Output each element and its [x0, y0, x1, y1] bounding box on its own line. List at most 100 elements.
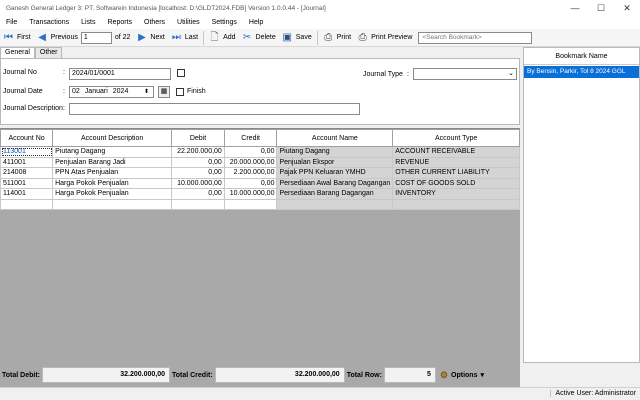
account-type-cell — [392, 198, 520, 210]
table-row[interactable]: 113001 Piutang Dagang 22.200.000,00 0,00… — [0, 146, 520, 158]
date-day: 02 — [72, 88, 80, 95]
menu-others[interactable]: Others — [138, 19, 171, 26]
table-row[interactable]: 114001 Harga Pokok Penjualan 0,00 10.000… — [0, 188, 520, 200]
credit-cell[interactable]: 10.000.000,00 — [223, 188, 278, 200]
journal-date-field[interactable]: 02 Januari 2024 — [69, 86, 154, 98]
toolbar-divider — [316, 30, 318, 45]
account-description-cell[interactable]: Piutang Dagang — [52, 146, 173, 158]
window-controls: — ☐ ✕ — [562, 0, 640, 16]
calendar-icon[interactable]: ▦ — [158, 86, 170, 98]
column-header[interactable]: Account Name — [276, 129, 394, 147]
total-credit-label: Total Credit: — [171, 371, 213, 379]
minimize-button[interactable]: — — [562, 0, 588, 16]
menu-help[interactable]: Help — [243, 19, 269, 26]
menu-file[interactable]: File — [0, 19, 23, 26]
account-type-cell: ACCOUNT RECEIVABLE — [392, 146, 520, 158]
account-description-cell[interactable]: Harga Pokok Penjualan — [52, 177, 173, 189]
credit-cell[interactable]: 0,00 — [223, 177, 278, 189]
credit-cell[interactable]: 2.200.000,00 — [223, 167, 278, 179]
search-bookmark-input[interactable] — [418, 31, 533, 44]
credit-cell[interactable] — [223, 198, 278, 210]
menu-bar: File Transactions Lists Reports Others U… — [0, 16, 640, 29]
page-number-input[interactable] — [80, 31, 112, 44]
menu-utilities[interactable]: Utilities — [171, 19, 206, 26]
last-label: Last — [184, 34, 199, 41]
print-button[interactable]: ⎙ Print — [320, 30, 354, 46]
account-type-cell: OTHER CURRENT LIABILITY — [392, 167, 520, 179]
account-no-cell[interactable] — [0, 198, 54, 210]
debit-cell[interactable]: 10.000.000,00 — [171, 177, 225, 189]
total-row-value: 5 — [383, 367, 436, 383]
account-name-cell: Persediaan Barang Dagangan — [276, 188, 394, 200]
menu-settings[interactable]: Settings — [206, 19, 243, 26]
account-type-cell: REVENUE — [392, 156, 520, 168]
last-button[interactable]: ⏭ Last — [168, 30, 201, 46]
account-no-cell[interactable]: 214008 — [0, 167, 54, 179]
account-no-cell[interactable]: 114001 — [0, 188, 54, 200]
account-description-cell[interactable]: Penjualan Barang Jadi — [52, 156, 173, 168]
save-label: Save — [295, 34, 312, 41]
bookmark-header[interactable]: Bookmark Name — [524, 48, 639, 65]
add-button[interactable]: 🗋 Add — [206, 30, 238, 46]
credit-cell[interactable]: 20.000.000,00 — [223, 156, 278, 168]
previous-icon: ◀ — [38, 32, 46, 43]
journal-type-label: Journal Type — [363, 71, 403, 78]
column-header[interactable]: Account No — [0, 129, 54, 147]
account-no-cell[interactable]: 511001 — [0, 177, 54, 189]
table-row[interactable]: 411001 Penjualan Barang Jadi 0,00 20.000… — [0, 156, 520, 168]
colon: : — [63, 105, 65, 112]
bookmark-item[interactable]: By Bensin, Parkir, Tol 8 2024 GGL — [524, 66, 639, 78]
menu-reports[interactable]: Reports — [102, 19, 139, 26]
first-button[interactable]: ⏮ First — [0, 30, 34, 46]
column-header[interactable]: Account Description — [52, 129, 173, 147]
column-header[interactable]: Credit — [223, 129, 278, 147]
account-no-cell[interactable]: 411001 — [0, 156, 54, 168]
print-preview-icon: ⎙ — [358, 32, 367, 43]
first-label: First — [17, 34, 31, 41]
account-description-cell[interactable] — [52, 198, 173, 210]
previous-button[interactable]: ◀ Previous — [34, 30, 81, 46]
table-row[interactable]: 511001 Harga Pokok Penjualan 10.000.000,… — [0, 177, 520, 189]
date-spin-icon[interactable]: ⬍ — [144, 88, 149, 95]
close-button[interactable]: ✕ — [614, 0, 640, 16]
save-button[interactable]: ▣ Save — [279, 30, 315, 46]
delete-button[interactable]: ✂ Delete — [239, 30, 279, 46]
debit-cell[interactable]: 0,00 — [171, 188, 225, 200]
chevron-down-icon: ⌄ — [508, 70, 514, 77]
chevron-down-icon: ▾ — [480, 372, 484, 379]
options-button[interactable]: ⚙ Options ▾ — [436, 367, 488, 383]
print-label: Print — [336, 34, 352, 41]
journal-form: Journal No : 2024/01/0001 Journal Date :… — [0, 58, 520, 125]
debit-cell[interactable]: 0,00 — [171, 167, 225, 179]
account-description-cell[interactable]: PPN Atas Penjualan — [52, 167, 173, 179]
maximize-button[interactable]: ☐ — [588, 0, 614, 16]
print-preview-button[interactable]: ⎙ Print Preview — [354, 30, 415, 46]
debit-cell[interactable]: 22.200.000,00 — [171, 146, 225, 158]
options-label: Options — [451, 371, 478, 379]
credit-cell[interactable]: 0,00 — [223, 146, 278, 158]
column-header[interactable]: Debit — [171, 129, 225, 147]
journal-type-select[interactable]: ⌄ — [413, 68, 517, 80]
table-row[interactable]: 214008 PPN Atas Penjualan 0,00 2.200.000… — [0, 167, 520, 179]
tab-other[interactable]: Other — [34, 47, 63, 58]
account-description-cell[interactable]: Harga Pokok Penjualan — [52, 188, 173, 200]
finish-checkbox[interactable] — [176, 88, 184, 96]
tab-general[interactable]: General — [0, 47, 35, 58]
journal-pane: General Other Journal No : 2024/01/0001 … — [0, 47, 520, 400]
next-button[interactable]: ▶ Next — [133, 30, 167, 46]
journal-no-field[interactable]: 2024/01/0001 — [69, 68, 171, 80]
menu-lists[interactable]: Lists — [75, 19, 101, 26]
status-bar: Active User: Administrator — [0, 387, 640, 400]
journal-description-field[interactable] — [69, 103, 360, 115]
menu-transactions[interactable]: Transactions — [23, 19, 75, 26]
colon: : — [63, 88, 65, 95]
journal-no-checkbox[interactable] — [177, 69, 185, 77]
debit-cell[interactable] — [171, 198, 225, 210]
print-preview-label: Print Preview — [371, 34, 413, 41]
column-header[interactable]: Account Type — [392, 129, 520, 147]
account-no-cell[interactable]: 113001 — [0, 146, 54, 158]
total-debit-value: 32.200.000,00 — [41, 367, 170, 383]
debit-cell[interactable]: 0,00 — [171, 156, 225, 168]
table-row-empty[interactable] — [0, 198, 520, 210]
totals-bar: Total Debit: 32.200.000,00 Total Credit:… — [0, 366, 640, 384]
